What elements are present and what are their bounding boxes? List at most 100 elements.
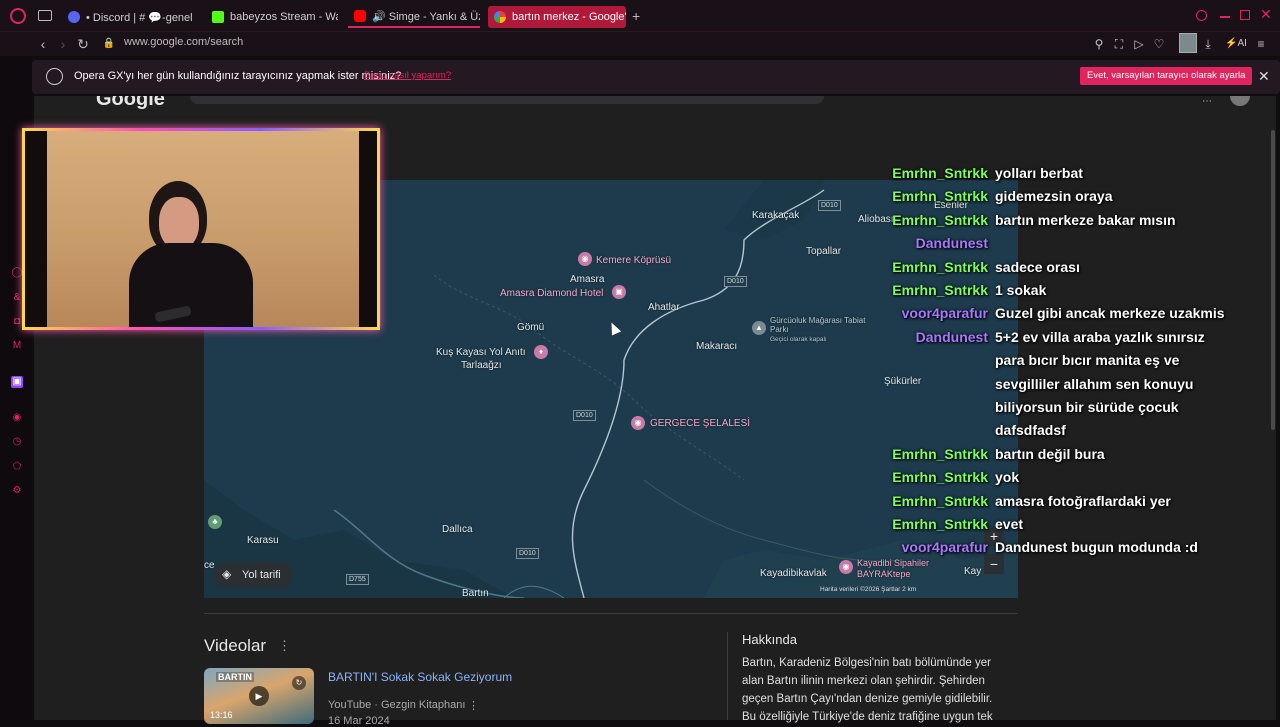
tab-kick[interactable]: babeyzos Stream - Watch — [206, 6, 338, 28]
monument-poi-icon[interactable]: ♦ — [534, 345, 548, 359]
map-label[interactable]: Kay — [964, 566, 981, 577]
map-label[interactable]: Karakaçak — [752, 210, 799, 221]
map-label[interactable]: Tarlaağzı — [461, 360, 502, 371]
apps-icon[interactable]: ⋯ — [1202, 96, 1212, 107]
prompt-help-link[interactable]: Bunu nasıl yaparım? — [364, 70, 451, 81]
prompt-text: Opera GX'yı her gün kullandığınız tarayı… — [74, 70, 402, 82]
tab-google[interactable]: bartın merkez - Google'da — [488, 6, 626, 28]
map-label[interactable]: Amasra Diamond Hotel — [500, 288, 603, 299]
chat-message: 1 sokak — [995, 282, 1047, 298]
map-label[interactable]: Dallıca — [442, 524, 473, 535]
map-label[interactable]: Kuş Kayası Yol Anıtı — [436, 347, 526, 358]
back-icon[interactable]: ‹ — [34, 35, 52, 53]
map-label[interactable]: Ahatlar — [648, 302, 680, 313]
road-shield: D010 — [516, 548, 539, 559]
landmark-poi-icon[interactable]: ◉ — [839, 560, 853, 574]
streamer-body — [129, 243, 253, 327]
discord-icon — [68, 11, 80, 23]
minimize-icon[interactable] — [1220, 16, 1230, 18]
tab-discord[interactable]: • Discord | # 💬-genel-so — [62, 6, 192, 28]
chat-message: bartın merkeze bakar mısın — [995, 211, 1176, 228]
maximize-icon[interactable] — [1240, 10, 1250, 20]
map-label[interactable]: Kemere Köprüsü — [596, 255, 671, 266]
chat-message: amasra fotoğraflardaki yer — [995, 492, 1171, 509]
tab-label: 🔊 Simge - Yankı & Üzülm — [372, 10, 480, 23]
close-window-icon[interactable]: ✕ — [1260, 6, 1272, 23]
pin-icon[interactable]: ⚲ — [1090, 35, 1108, 53]
forward-icon[interactable]: › — [54, 35, 72, 53]
default-browser-prompt: Opera GX'yı her gün kullandığınız tarayı… — [32, 60, 1280, 94]
more-options-icon[interactable]: ⋮ — [278, 638, 291, 654]
chat-message: sadece orası — [995, 258, 1080, 275]
ai-label: AI — [1237, 38, 1247, 49]
park-poi-icon[interactable]: ♣ — [208, 515, 222, 529]
map-label[interactable]: Kayadibi Sipahiler BAYRAKtepe — [857, 558, 967, 580]
map-label[interactable]: Karasu — [247, 535, 279, 546]
kick-icon — [212, 11, 224, 23]
chat-username: Emrhn_Sntrkk — [892, 211, 988, 228]
search-box[interactable] — [190, 96, 824, 104]
map-label[interactable]: GERGECE ŞELALESİ — [650, 418, 750, 429]
new-tab-button[interactable]: + — [632, 8, 640, 24]
sidebar-item-settings-icon[interactable]: ⚙ — [11, 485, 23, 497]
map-label[interactable]: ce — [204, 560, 215, 571]
map-label[interactable]: Gürcüoluk Mağarası Tabiat Parkı — [770, 316, 870, 334]
map-label[interactable]: Amasra — [570, 274, 604, 285]
video-title-link[interactable]: BARTIN'I Sokak Sokak Geziyorum — [328, 670, 512, 684]
chat-message: 5+2 ev villa araba yazlık sınırsız — [995, 328, 1205, 345]
ai-icon[interactable]: ⚡AI — [1222, 35, 1250, 53]
chat-message: dafsdfadsf — [995, 422, 1066, 439]
tab-bar: • Discord | # 💬-genel-so babeyzos Stream… — [0, 0, 1280, 32]
snapshot-icon[interactable]: ⛶ — [1110, 35, 1128, 53]
chat-message: sevgilliler allahım sen konuyu — [995, 375, 1194, 392]
tab-label: bartın merkez - Google'da — [512, 11, 626, 23]
map-label[interactable]: Şükürler — [884, 376, 921, 387]
menu-icon[interactable]: ≡ — [1252, 35, 1270, 53]
tab-manager-icon[interactable] — [38, 10, 52, 21]
video-more-icon[interactable]: ⋮ — [468, 699, 479, 712]
heart-icon[interactable]: ♡ — [1150, 35, 1168, 53]
opera-logo-icon[interactable] — [10, 8, 26, 24]
avatar[interactable] — [1179, 33, 1197, 53]
map-label[interactable]: Kayadibikavlak — [760, 568, 827, 579]
chat-username: Emrhn_Sntrkk — [892, 469, 988, 486]
sidebar-item-extensions-icon[interactable]: ⬠ — [11, 461, 23, 473]
camera-poi-icon[interactable]: ◉ — [578, 252, 592, 266]
set-default-button[interactable]: Evet, varsayılan tarayıcı olarak ayarla — [1080, 67, 1253, 85]
url-field[interactable]: www.google.com/search — [124, 36, 243, 48]
chat-username: Emrhn_Sntrkk — [892, 165, 988, 181]
opera-info-icon — [46, 68, 63, 85]
sidebar-item-twitch-icon[interactable]: ▣ — [11, 376, 23, 388]
chat-username: Emrhn_Sntrkk — [892, 492, 988, 509]
lock-icon[interactable]: 🔒 — [100, 35, 118, 53]
chat-message: bartın değil bura — [995, 445, 1105, 462]
close-icon[interactable]: ✕ — [1258, 68, 1270, 85]
map-label[interactable]: Makaracı — [696, 341, 737, 352]
map-label[interactable]: Bartın — [462, 588, 489, 598]
share-icon[interactable]: ↻ — [292, 676, 306, 690]
road-shield: D010 — [724, 276, 747, 287]
chat-username: Emrhn_Sntrkk — [892, 445, 988, 462]
scrollbar-thumb[interactable] — [1271, 130, 1275, 430]
road-shield: D010 — [573, 410, 596, 421]
play-icon[interactable]: ▷ — [1130, 35, 1148, 53]
sidebar-item-player-icon[interactable]: ◉ — [11, 412, 23, 424]
chat-username: Emrhn_Sntrkk — [892, 188, 988, 205]
park-poi-icon[interactable]: ▲ — [752, 321, 766, 335]
map-attribution[interactable]: Harita verileri ©2026 Şartlar 2 km — [820, 586, 916, 593]
download-icon[interactable]: ⤓ — [1199, 35, 1217, 53]
map-label[interactable]: Topallar — [806, 246, 841, 257]
chat-username: Dandunest — [915, 235, 988, 252]
sidebar-item-history-icon[interactable]: ◷ — [11, 436, 23, 448]
tab-youtube[interactable]: 🔊 Simge - Yankı & Üzülm — [348, 6, 480, 28]
search-tabs-icon[interactable] — [1196, 10, 1207, 21]
sidebar-item-messenger-icon[interactable]: M — [11, 340, 23, 352]
chat-message: gidemezsin oraya — [995, 188, 1113, 205]
play-icon[interactable]: ▶ — [249, 686, 269, 706]
video-date: 16 Mar 2024 — [328, 715, 390, 727]
map-label[interactable]: Gömü — [517, 322, 544, 333]
reload-icon[interactable]: ↻ — [74, 35, 92, 53]
about-text: Bartın, Karadeniz Bölgesi'nin batı bölüm… — [742, 657, 993, 723]
waterfall-poi-icon[interactable]: ◉ — [631, 416, 645, 430]
hotel-poi-icon[interactable]: ▣ — [612, 285, 626, 299]
